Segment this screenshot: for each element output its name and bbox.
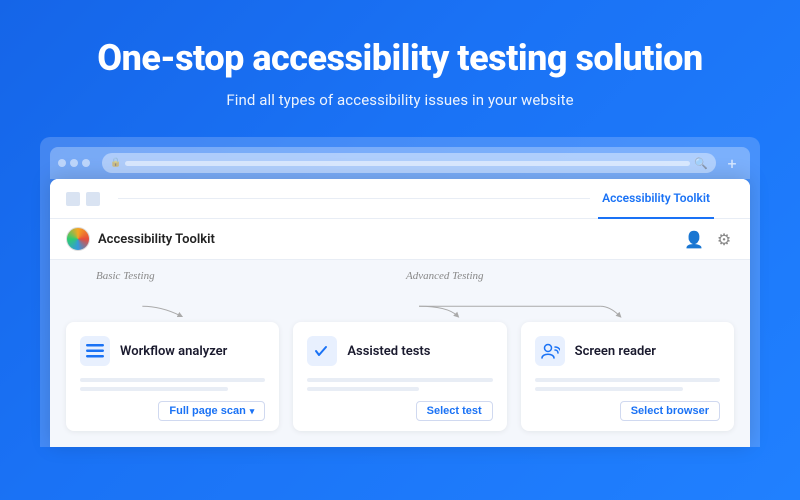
main-panel: Accessibility Toolkit Accessibility Tool…	[50, 179, 750, 447]
hero-title: One-stop accessibility testing solution	[20, 38, 780, 79]
select-test-label: Select test	[427, 405, 482, 417]
browser-dot-green	[82, 159, 90, 167]
panel-window-controls	[66, 192, 100, 206]
placeholder-line	[307, 387, 418, 391]
hero-subtitle: Find all types of accessibility issues i…	[20, 91, 780, 109]
screen-reader-title: Screen reader	[575, 344, 656, 359]
placeholder-line	[80, 378, 265, 382]
assisted-tests-card: Assisted tests Select test	[293, 322, 506, 431]
workflow-icon	[80, 336, 110, 366]
new-tab-button[interactable]: +	[722, 153, 742, 173]
screen-reader-icon	[535, 336, 565, 366]
browser-dot-red	[58, 159, 66, 167]
browser-dot-yellow	[70, 159, 78, 167]
content-area: Basic Testing Advanced Testing	[50, 260, 750, 447]
panel-tab-bar: Accessibility Toolkit	[50, 179, 750, 219]
panel-header: Accessibility Toolkit 👤 ⚙	[50, 219, 750, 260]
assisted-footer: Select test	[307, 401, 492, 421]
hero-section: One-stop accessibility testing solution …	[0, 0, 800, 137]
placeholder-line	[535, 378, 720, 382]
chevron-down-icon: ▾	[250, 406, 255, 417]
address-text	[125, 161, 690, 166]
basic-testing-label: Basic Testing	[96, 270, 155, 282]
browser-chrome: 🔒 🔍 + Accessibility Toolkit Accessibilit…	[40, 137, 760, 447]
gear-icon[interactable]: ⚙	[714, 229, 734, 249]
browser-top-bar: 🔒 🔍 +	[50, 147, 750, 179]
screen-reader-footer: Select browser	[535, 401, 720, 421]
card-header: Assisted tests	[307, 336, 492, 366]
active-tab[interactable]: Accessibility Toolkit	[598, 179, 714, 219]
select-browser-button[interactable]: Select browser	[620, 401, 720, 421]
browser-window-controls	[58, 159, 90, 167]
full-page-scan-button[interactable]: Full page scan ▾	[158, 401, 265, 421]
assisted-tests-icon	[307, 336, 337, 366]
app-logo	[66, 227, 90, 251]
assisted-tests-title: Assisted tests	[347, 344, 430, 359]
header-action-icons: 👤 ⚙	[684, 229, 734, 249]
placeholder-line	[80, 387, 228, 391]
workflow-analyzer-title: Workflow analyzer	[120, 344, 227, 359]
placeholder-line	[307, 378, 492, 382]
workflow-analyzer-card: Workflow analyzer Full page scan ▾	[66, 322, 279, 431]
screen-reader-card: Screen reader Select browser	[521, 322, 734, 431]
panel-ctrl-2	[86, 192, 100, 206]
full-page-scan-label: Full page scan	[169, 405, 245, 417]
tab-bar-spacer	[118, 198, 590, 199]
panel-ctrl-1	[66, 192, 80, 206]
advanced-testing-label: Advanced Testing	[406, 270, 484, 282]
assisted-placeholder	[307, 378, 492, 391]
cards-row: Workflow analyzer Full page scan ▾	[66, 322, 734, 431]
address-bar[interactable]: 🔒 🔍	[102, 153, 716, 173]
workflow-placeholder	[80, 378, 265, 391]
app-name-label: Accessibility Toolkit	[98, 232, 215, 247]
select-test-button[interactable]: Select test	[416, 401, 493, 421]
search-icon: 🔍	[694, 157, 708, 170]
workflow-footer: Full page scan ▾	[80, 401, 265, 421]
select-browser-label: Select browser	[631, 405, 709, 417]
labels-row: Basic Testing Advanced Testing	[66, 270, 734, 300]
user-icon[interactable]: 👤	[684, 229, 704, 249]
card-header: Screen reader	[535, 336, 720, 366]
card-header: Workflow analyzer	[80, 336, 265, 366]
arrows-annotation	[66, 304, 734, 318]
placeholder-line	[535, 387, 683, 391]
lock-icon: 🔒	[110, 158, 121, 168]
screen-reader-placeholder	[535, 378, 720, 391]
